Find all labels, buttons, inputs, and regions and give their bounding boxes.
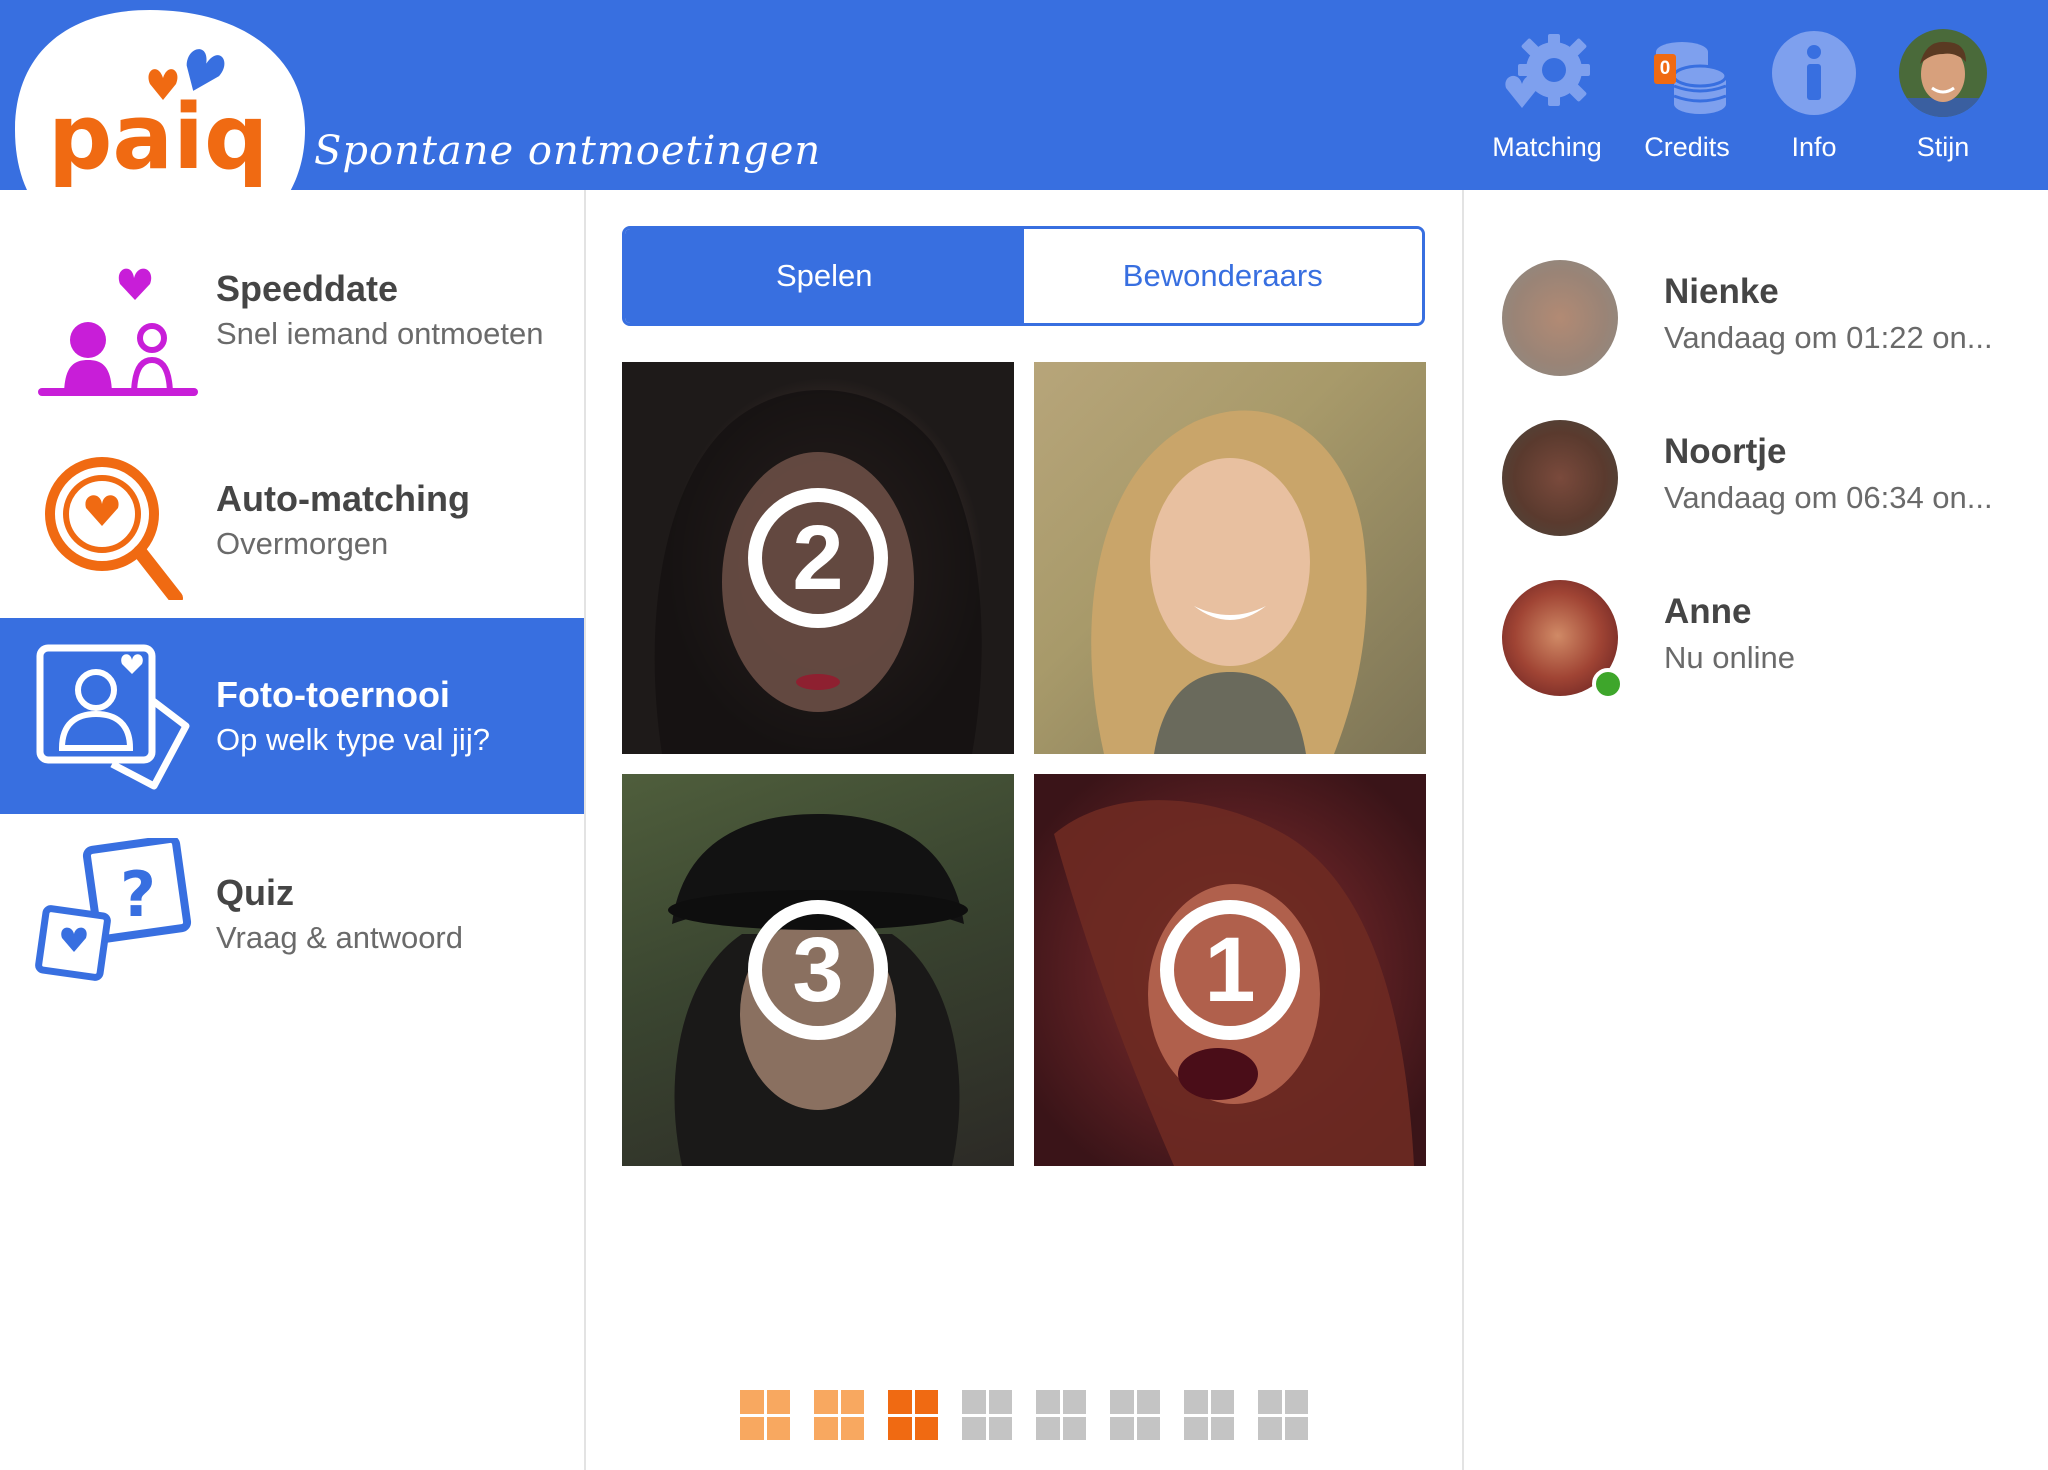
menu-item-title: Speeddate [216, 268, 399, 309]
speeddate-icon [38, 268, 198, 397]
contact-item[interactable]: Noortje Vandaag om 06:34 on... [1502, 420, 2022, 540]
panel-divider [1462, 190, 1464, 1470]
online-indicator [1592, 668, 1624, 700]
photo-tournament-icon [36, 644, 190, 790]
menu-item-title: Foto-toernooi [216, 674, 450, 715]
menu-item-title: Auto-matching [216, 478, 470, 519]
tab-bar: Spelen Bewonderaars [622, 226, 1425, 326]
round-indicator [962, 1390, 1012, 1440]
round-indicator [740, 1390, 790, 1440]
credits-badge: 0 [1654, 54, 1676, 84]
panel-divider [584, 190, 586, 1470]
round-indicator [1184, 1390, 1234, 1440]
menu-item-subtitle: Overmorgen [216, 526, 389, 561]
nav-info[interactable]: Info [1749, 28, 1879, 163]
info-icon [1769, 28, 1859, 118]
paiq-logo[interactable]: paiq [0, 0, 320, 270]
avatar [1898, 28, 1988, 118]
menu-item-foto-toernooi[interactable]: Foto-toernooi Op welk type val jij? [0, 618, 584, 814]
rank-badge: 1 [1160, 900, 1300, 1040]
menu-item-subtitle: Snel iemand ontmoeten [216, 316, 544, 351]
menu-item-auto-matching[interactable]: Auto-matching Overmorgen [0, 424, 584, 620]
magnifier-heart-icon [45, 457, 183, 600]
heart-gear-icon [1502, 28, 1592, 118]
round-progress [740, 1390, 1308, 1440]
photo-tile[interactable]: 2 [622, 362, 1014, 754]
tab-spelen[interactable]: Spelen [625, 229, 1024, 323]
photo-tile[interactable]: 3 [622, 774, 1014, 1166]
round-indicator [1036, 1390, 1086, 1440]
contact-status: Vandaag om 01:22 on... [1664, 320, 1993, 355]
quiz-icon: ? [35, 838, 192, 981]
round-indicator [888, 1390, 938, 1440]
nav-matching-label: Matching [1492, 132, 1602, 162]
coins-icon: 0 [1642, 28, 1732, 118]
nav-profile-label: Stijn [1916, 132, 1970, 162]
nav-credits[interactable]: 0 Credits [1622, 28, 1752, 163]
photo-tile[interactable] [1034, 362, 1426, 754]
round-indicator [1258, 1390, 1308, 1440]
tab-bewonderaars[interactable]: Bewonderaars [1023, 229, 1422, 323]
contact-name: Anne [1664, 592, 1752, 631]
photo-tile[interactable]: 1 [1034, 774, 1426, 1166]
contact-name: Nienke [1664, 272, 1779, 311]
round-indicator [814, 1390, 864, 1440]
photo-image [1091, 410, 1367, 754]
svg-text:?: ? [120, 858, 156, 931]
contact-status: Nu online [1664, 640, 1795, 675]
menu-item-subtitle: Vraag & antwoord [216, 920, 464, 955]
avatar [1502, 260, 1618, 376]
contact-item[interactable]: Nienke Vandaag om 01:22 on... [1502, 260, 2022, 380]
rank-badge: 2 [748, 488, 888, 628]
nav-matching[interactable]: Matching [1482, 28, 1612, 163]
menu-item-quiz[interactable]: ? Quiz Vraag & antwoord [0, 812, 584, 1008]
tagline: Spontane ontmoetingen [314, 128, 822, 174]
nav-info-label: Info [1791, 132, 1837, 162]
contact-item[interactable]: Anne Nu online [1502, 580, 2022, 700]
round-indicator [1110, 1390, 1160, 1440]
contact-status: Vandaag om 06:34 on... [1664, 480, 1993, 515]
contact-name: Noortje [1664, 432, 1787, 471]
menu-item-subtitle: Op welk type val jij? [216, 722, 490, 757]
nav-credits-label: Credits [1644, 132, 1730, 162]
logo-text: paiq [48, 85, 268, 190]
rank-badge: 3 [748, 900, 888, 1040]
nav-profile[interactable]: Stijn [1878, 28, 2008, 163]
avatar [1502, 420, 1618, 536]
menu-item-title: Quiz [216, 872, 294, 913]
